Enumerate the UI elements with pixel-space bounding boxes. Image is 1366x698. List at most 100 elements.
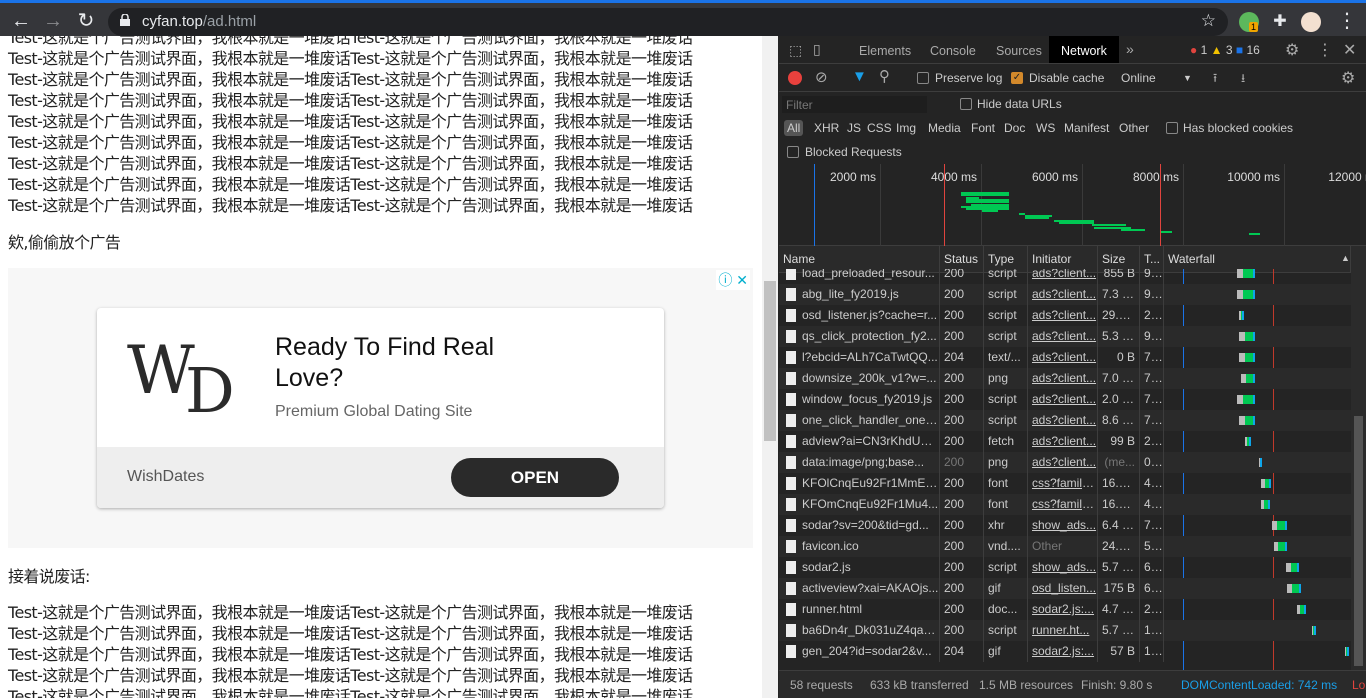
cell-initiator[interactable]: ads?client... bbox=[1028, 410, 1098, 431]
filter-icon[interactable]: ▼ bbox=[852, 68, 867, 85]
address-bar[interactable]: cyfan.top/ad.html ☆ bbox=[108, 8, 1228, 36]
info-icon[interactable]: ⓘ bbox=[718, 272, 732, 288]
cell-initiator[interactable]: ads?client... bbox=[1028, 269, 1098, 284]
request-row[interactable]: downsize_200k_v1?w=... 200 png ads?client..… bbox=[779, 368, 1351, 389]
request-row[interactable]: window_focus_fy2019.js 200 script ads?clien… bbox=[779, 389, 1351, 410]
cell-initiator[interactable]: runner.ht... bbox=[1028, 620, 1098, 641]
type-filter-xhr[interactable]: XHR bbox=[814, 121, 839, 135]
request-row[interactable]: load_preloaded_resour... 200 script ads?cli… bbox=[779, 269, 1351, 284]
tab-network[interactable]: Network bbox=[1049, 36, 1119, 63]
record-icon[interactable] bbox=[788, 71, 802, 85]
cell-initiator[interactable]: css?family... bbox=[1028, 473, 1098, 494]
back-button[interactable]: ← bbox=[8, 8, 34, 34]
request-row[interactable]: qs_click_protection_fy2... 200 script ads?c… bbox=[779, 326, 1351, 347]
type-filter-other[interactable]: Other bbox=[1119, 121, 1149, 135]
open-button[interactable]: OPEN bbox=[451, 458, 619, 497]
settings-gear-icon[interactable]: ⚙ bbox=[1285, 40, 1299, 60]
cell-initiator[interactable]: sodar2.js:... bbox=[1028, 641, 1098, 662]
request-row[interactable]: one_click_handler_one_... 200 script ads?cl… bbox=[779, 410, 1351, 431]
menu-kebab-icon[interactable]: ⋮ bbox=[1334, 8, 1360, 34]
request-row[interactable]: adview?ai=CN3rKhdUC... 200 fetch ads?client… bbox=[779, 431, 1351, 452]
request-row[interactable]: runner.html 200 doc... sodar2.js:... 4.7 kB 2… bbox=[779, 599, 1351, 620]
request-row[interactable]: sodar2.js 200 script show_ads... 5.7 kB 6... bbox=[779, 557, 1351, 578]
device-toolbar-icon[interactable]: ▯ bbox=[813, 41, 821, 58]
ad-container[interactable]: ⓘ ✕ WD Ready To Find Real Love? Premium … bbox=[8, 268, 753, 548]
cell-initiator[interactable]: ads?client... bbox=[1028, 284, 1098, 305]
type-filter-js[interactable]: JS bbox=[847, 121, 861, 135]
type-filter-doc[interactable]: Doc bbox=[1004, 121, 1025, 135]
type-filter-img[interactable]: Img bbox=[896, 121, 916, 135]
ad-card[interactable]: WD Ready To Find Real Love? Premium Glob… bbox=[97, 308, 664, 508]
close-devtools-icon[interactable]: ✕ bbox=[1343, 40, 1356, 60]
cell-initiator[interactable]: ads?client... bbox=[1028, 431, 1098, 452]
forward-button[interactable]: → bbox=[40, 8, 66, 34]
export-har-icon[interactable]: ⭳ bbox=[1241, 69, 1245, 90]
error-count[interactable]: ● 1 ▲ 3 ■ 16 bbox=[1190, 43, 1260, 57]
extensions-puzzle-icon[interactable]: ✚ bbox=[1270, 12, 1290, 32]
request-row[interactable]: sodar?sv=200&tid=gd... 200 xhr show_ads... 6… bbox=[779, 515, 1351, 536]
clear-icon[interactable]: ⊘ bbox=[815, 68, 828, 86]
type-filter-manifest[interactable]: Manifest bbox=[1064, 121, 1109, 135]
reload-button[interactable]: ↻ bbox=[73, 8, 99, 34]
cell-initiator[interactable]: Other bbox=[1028, 536, 1098, 557]
inspect-element-icon[interactable]: ⬚ bbox=[789, 42, 802, 59]
request-row[interactable]: KFOlCnqEu92Fr1MmEU... 200 font css?family..… bbox=[779, 473, 1351, 494]
filler-text-line: Test-这就是个广告测试界面，我根本就是一堆废话Test-这就是个广告测试界面… bbox=[8, 91, 693, 110]
cell-initiator[interactable]: ads?client... bbox=[1028, 347, 1098, 368]
tab-elements[interactable]: Elements bbox=[859, 36, 911, 63]
request-row[interactable]: data:image/png;base... 200 png ads?client..… bbox=[779, 452, 1351, 473]
requests-scrollbar-thumb[interactable] bbox=[1354, 416, 1363, 666]
devtools-menu-icon[interactable]: ⋮ bbox=[1317, 40, 1333, 60]
throttling-select[interactable]: Online ▼ bbox=[1121, 71, 1192, 85]
ad-headline[interactable]: Ready To Find Real Love? bbox=[275, 332, 535, 394]
request-row[interactable]: ba6Dn4r_Dk031uZ4qac... 200 script runner.ht… bbox=[779, 620, 1351, 641]
more-tabs-icon[interactable]: » bbox=[1126, 41, 1134, 57]
cell-initiator[interactable]: show_ads... bbox=[1028, 515, 1098, 536]
network-overview[interactable]: 2000 ms 4000 ms 6000 ms 8000 ms 10000 ms 1200… bbox=[779, 164, 1366, 246]
ad-brand: WishDates bbox=[127, 468, 205, 485]
requests-scrollbar[interactable] bbox=[1351, 246, 1366, 670]
cell-initiator[interactable]: show_ads... bbox=[1028, 557, 1098, 578]
request-row[interactable]: KFOmCnqEu92Fr1Mu4... 200 font css?family...… bbox=[779, 494, 1351, 515]
type-filter-font[interactable]: Font bbox=[971, 121, 995, 135]
type-filter-css[interactable]: CSS bbox=[867, 121, 892, 135]
extension-icon[interactable]: 1 bbox=[1239, 12, 1259, 32]
request-row[interactable]: abg_lite_fy2019.js 200 script ads?client...… bbox=[779, 284, 1351, 305]
cell-initiator[interactable]: ads?client... bbox=[1028, 305, 1098, 326]
type-filter-all[interactable]: All bbox=[784, 120, 804, 136]
type-filter-ws[interactable]: WS bbox=[1036, 121, 1055, 135]
blocked-requests-checkbox[interactable] bbox=[787, 146, 799, 158]
cell-initiator[interactable]: ads?client... bbox=[1028, 452, 1098, 473]
ad-choices[interactable]: ⓘ ✕ bbox=[716, 270, 750, 290]
cell-initiator[interactable]: osd_listen... bbox=[1028, 578, 1098, 599]
sort-ascending-icon[interactable]: ▲ bbox=[1341, 253, 1350, 263]
page-scrollbar-thumb[interactable] bbox=[764, 281, 776, 441]
tab-sources[interactable]: Sources bbox=[996, 36, 1042, 63]
request-row[interactable]: l?ebcid=ALh7CaTwtQQ... 204 text/... ads?cli… bbox=[779, 347, 1351, 368]
cell-initiator[interactable]: ads?client... bbox=[1028, 389, 1098, 410]
request-row[interactable]: osd_listener.js?cache=r... 200 script ads?c… bbox=[779, 305, 1351, 326]
profile-avatar[interactable] bbox=[1301, 12, 1321, 32]
cell-status: 200 bbox=[940, 473, 984, 494]
network-settings-icon[interactable]: ⚙ bbox=[1341, 68, 1355, 88]
import-har-icon[interactable]: ⭱ bbox=[1213, 69, 1217, 90]
cell-initiator[interactable]: sodar2.js:... bbox=[1028, 599, 1098, 620]
cell-initiator[interactable]: css?family... bbox=[1028, 494, 1098, 515]
preserve-log-checkbox[interactable] bbox=[917, 72, 929, 84]
filter-input[interactable]: Filter bbox=[782, 96, 927, 113]
request-row[interactable]: activeview?xai=AKAOjs... 200 gif osd_listen… bbox=[779, 578, 1351, 599]
web-page: 欸,偷偷放个广告 ⓘ ✕ WD Ready To Find Real Love?… bbox=[0, 36, 762, 698]
bookmark-star-icon[interactable]: ☆ bbox=[1201, 11, 1216, 31]
type-filter-media[interactable]: Media bbox=[928, 121, 961, 135]
hide-data-urls-checkbox[interactable] bbox=[960, 98, 972, 110]
request-row[interactable]: favicon.ico 200 vnd.... Other 24.2... 5... bbox=[779, 536, 1351, 557]
disable-cache-checkbox[interactable]: ✓ bbox=[1011, 72, 1023, 84]
has-blocked-cookies-checkbox[interactable] bbox=[1166, 122, 1178, 134]
tab-console[interactable]: Console bbox=[930, 36, 976, 63]
cell-initiator[interactable]: ads?client... bbox=[1028, 368, 1098, 389]
close-icon[interactable]: ✕ bbox=[736, 272, 748, 288]
request-row[interactable]: gen_204?id=sodar2&v... 204 gif sodar2.js:..… bbox=[779, 641, 1351, 662]
search-icon[interactable]: ⚲ bbox=[879, 67, 890, 85]
cell-initiator[interactable]: ads?client... bbox=[1028, 326, 1098, 347]
page-scrollbar[interactable] bbox=[762, 36, 778, 698]
